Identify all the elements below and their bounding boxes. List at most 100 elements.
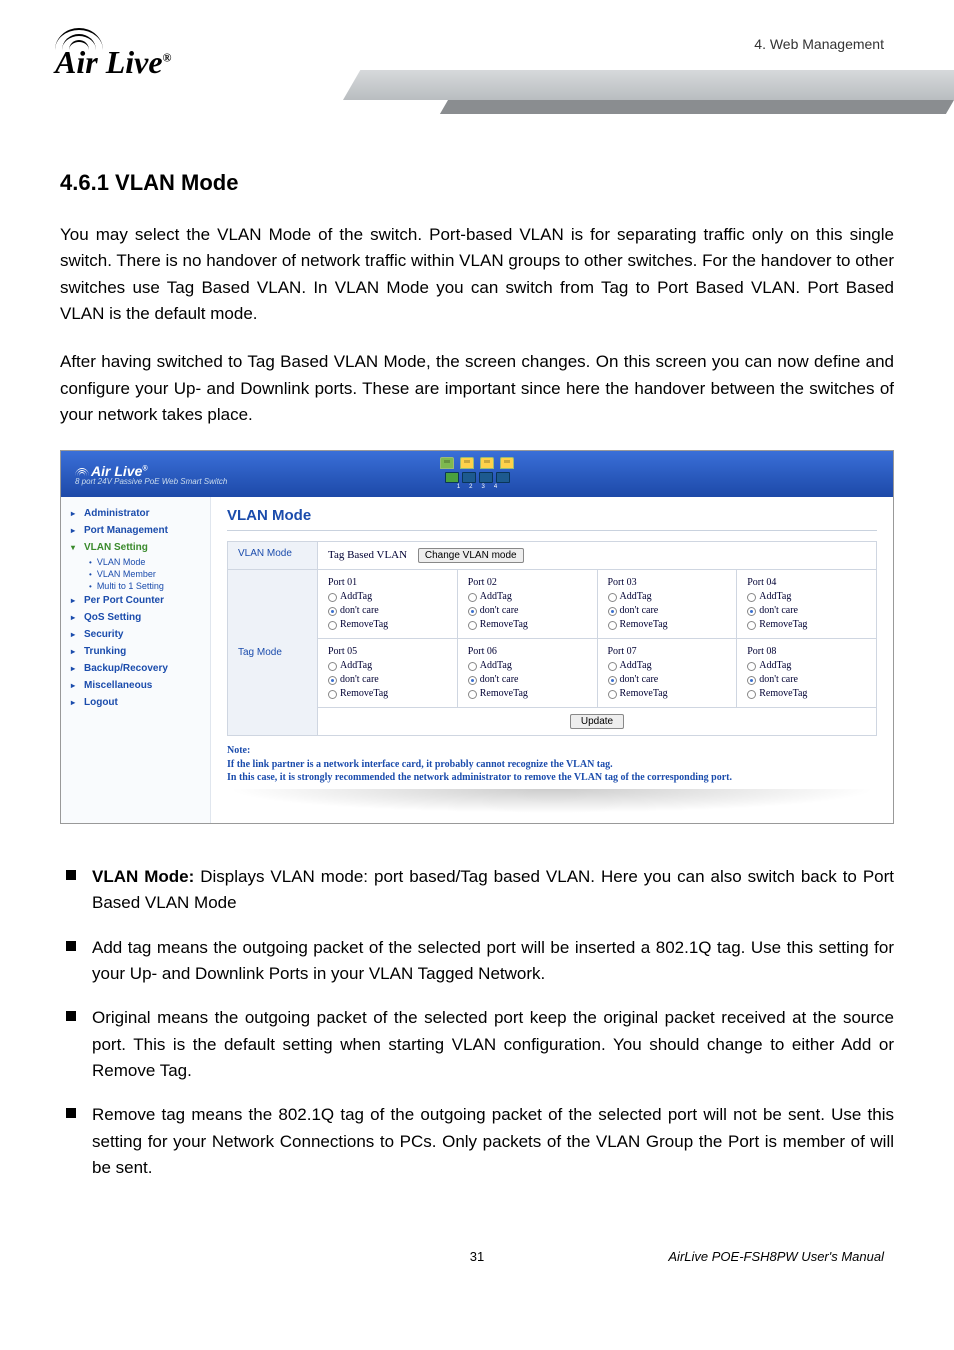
sidebar-label: VLAN Setting	[84, 542, 148, 553]
radio-removetag[interactable]: RemoveTag	[608, 618, 727, 632]
sidebar-item-port-management[interactable]: Port Management	[61, 522, 210, 539]
port-num: 3	[482, 484, 485, 490]
divider	[227, 530, 877, 531]
sidebar-item-qos-setting[interactable]: QoS Setting	[61, 609, 210, 626]
change-vlan-mode-button[interactable]: Change VLAN mode	[418, 548, 524, 563]
bullet-text: Original means the outgoing packet of th…	[92, 1008, 894, 1080]
update-button[interactable]: Update	[570, 714, 624, 729]
port-num: 4	[494, 484, 497, 490]
radio-addtag[interactable]: AddTag	[608, 590, 727, 604]
intro-p1: You may select the VLAN Mode of the swit…	[60, 222, 894, 327]
radio-dontcare[interactable]: don't care	[608, 673, 727, 687]
list-item: Remove tag means the 802.1Q tag of the o…	[60, 1102, 894, 1181]
radio-dontcare[interactable]: don't care	[328, 673, 447, 687]
intro-p2: After having switched to Tag Based VLAN …	[60, 349, 894, 428]
sidebar-item-per-port-counter[interactable]: Per Port Counter	[61, 592, 210, 609]
vlan-mode-value: Tag Based VLAN	[328, 549, 407, 561]
port-block: Port 06AddTagdon't careRemoveTag	[457, 639, 597, 707]
port-name: Port 07	[608, 645, 727, 659]
header-band	[343, 70, 954, 100]
vlan-mode-value-cell: Tag Based VLAN Change VLAN mode	[318, 542, 877, 570]
sidebar-item-backup-recovery[interactable]: Backup/Recovery	[61, 660, 210, 677]
cell-label: Tag Mode	[238, 647, 282, 658]
radio-dontcare[interactable]: don't care	[747, 604, 866, 618]
port-name: Port 06	[468, 645, 587, 659]
sidebar-label: VLAN Member	[97, 569, 156, 579]
sidebar-item-vlan-member[interactable]: VLAN Member	[61, 568, 210, 580]
port-name: Port 01	[328, 576, 447, 590]
radio-dontcare[interactable]: don't care	[608, 604, 727, 618]
radio-addtag[interactable]: AddTag	[328, 590, 447, 604]
sidebar-label: Multi to 1 Setting	[97, 581, 164, 591]
radio-dontcare[interactable]: don't care	[468, 673, 587, 687]
port-num: 1	[457, 484, 460, 490]
sidebar-label: VLAN Mode	[97, 557, 146, 567]
section-heading: 4.6.1 VLAN Mode	[60, 170, 894, 196]
list-item: Add tag means the outgoing packet of the…	[60, 935, 894, 988]
chapter-label: 4. Web Management	[754, 36, 884, 52]
sidebar-item-vlan-mode[interactable]: VLAN Mode	[61, 556, 210, 568]
sidebar-item-vlan-setting[interactable]: VLAN Setting	[61, 539, 210, 556]
radio-addtag[interactable]: AddTag	[468, 659, 587, 673]
ss-logo-block: Air Live® 8 port 24V Passive PoE Web Sma…	[75, 463, 227, 486]
port-name: Port 02	[468, 576, 587, 590]
bullet-text: Add tag means the outgoing packet of the…	[92, 938, 894, 983]
main-content: 4.6.1 VLAN Mode You may select the VLAN …	[0, 140, 954, 1239]
radio-dontcare[interactable]: don't care	[747, 673, 866, 687]
radio-addtag[interactable]: AddTag	[747, 659, 866, 673]
ss-note: Note: If the link partner is a network i…	[227, 744, 877, 785]
port-block: Port 02AddTagdon't careRemoveTag	[457, 570, 597, 638]
wifi-arcs-icon	[55, 28, 105, 50]
port-name: Port 05	[328, 645, 447, 659]
sidebar-label: Backup/Recovery	[84, 663, 168, 674]
port-block: Port 07AddTagdon't careRemoveTag	[597, 639, 737, 707]
sidebar-item-security[interactable]: Security	[61, 626, 210, 643]
page-header: Air Live® 4. Web Management	[0, 0, 954, 140]
bullet-text: Displays VLAN mode: port based/Tag based…	[92, 867, 894, 912]
ports-row-b: Port 05AddTagdon't careRemoveTagPort 06A…	[318, 639, 877, 708]
note-line-1: If the link partner is a network interfa…	[227, 759, 613, 770]
vlan-table: VLAN Mode Tag Based VLAN Change VLAN mod…	[227, 541, 877, 736]
cell-label: VLAN Mode	[238, 548, 292, 559]
sidebar-item-administrator[interactable]: Administrator	[61, 505, 210, 522]
port-block: Port 04AddTagdon't careRemoveTag	[736, 570, 876, 638]
radio-addtag[interactable]: AddTag	[468, 590, 587, 604]
radio-removetag[interactable]: RemoveTag	[328, 687, 447, 701]
radio-dontcare[interactable]: don't care	[468, 604, 587, 618]
ports-row-a: Port 01AddTagdon't careRemoveTagPort 02A…	[318, 570, 877, 639]
sidebar-label: Trunking	[84, 646, 126, 657]
sidebar-label: Per Port Counter	[84, 595, 164, 606]
radio-addtag[interactable]: AddTag	[328, 659, 447, 673]
radio-addtag[interactable]: AddTag	[608, 659, 727, 673]
list-item: VLAN Mode: Displays VLAN mode: port base…	[60, 864, 894, 917]
port-num: 2	[469, 484, 472, 490]
bullet-text: Remove tag means the 802.1Q tag of the o…	[92, 1105, 894, 1177]
sidebar-item-logout[interactable]: Logout	[61, 694, 210, 711]
ss-sidebar: Administrator Port Management VLAN Setti…	[61, 497, 211, 823]
ss-body: Administrator Port Management VLAN Setti…	[61, 497, 893, 823]
port-block: Port 03AddTagdon't careRemoveTag	[597, 570, 737, 638]
radio-removetag[interactable]: RemoveTag	[468, 687, 587, 701]
radio-removetag[interactable]: RemoveTag	[468, 618, 587, 632]
reflection-shadow	[227, 789, 877, 813]
radio-removetag[interactable]: RemoveTag	[328, 618, 447, 632]
ss-page-title: VLAN Mode	[227, 507, 877, 524]
sidebar-label: Port Management	[84, 525, 168, 536]
sidebar-item-trunking[interactable]: Trunking	[61, 643, 210, 660]
port-name: Port 04	[747, 576, 866, 590]
note-line-2: In this case, it is strongly recommended…	[227, 772, 732, 783]
radio-addtag[interactable]: AddTag	[747, 590, 866, 604]
sidebar-label: Logout	[84, 697, 118, 708]
ss-logo-reg: ®	[142, 465, 147, 472]
radio-dontcare[interactable]: don't care	[328, 604, 447, 618]
registered-mark: ®	[163, 50, 172, 64]
port-name: Port 03	[608, 576, 727, 590]
radio-removetag[interactable]: RemoveTag	[747, 618, 866, 632]
port-block: Port 05AddTagdon't careRemoveTag	[318, 639, 457, 707]
sidebar-item-multi-to-1[interactable]: Multi to 1 Setting	[61, 580, 210, 592]
ss-wifi-icon	[75, 468, 89, 476]
radio-removetag[interactable]: RemoveTag	[747, 687, 866, 701]
update-cell: Update	[318, 708, 877, 736]
sidebar-item-miscellaneous[interactable]: Miscellaneous	[61, 677, 210, 694]
radio-removetag[interactable]: RemoveTag	[608, 687, 727, 701]
